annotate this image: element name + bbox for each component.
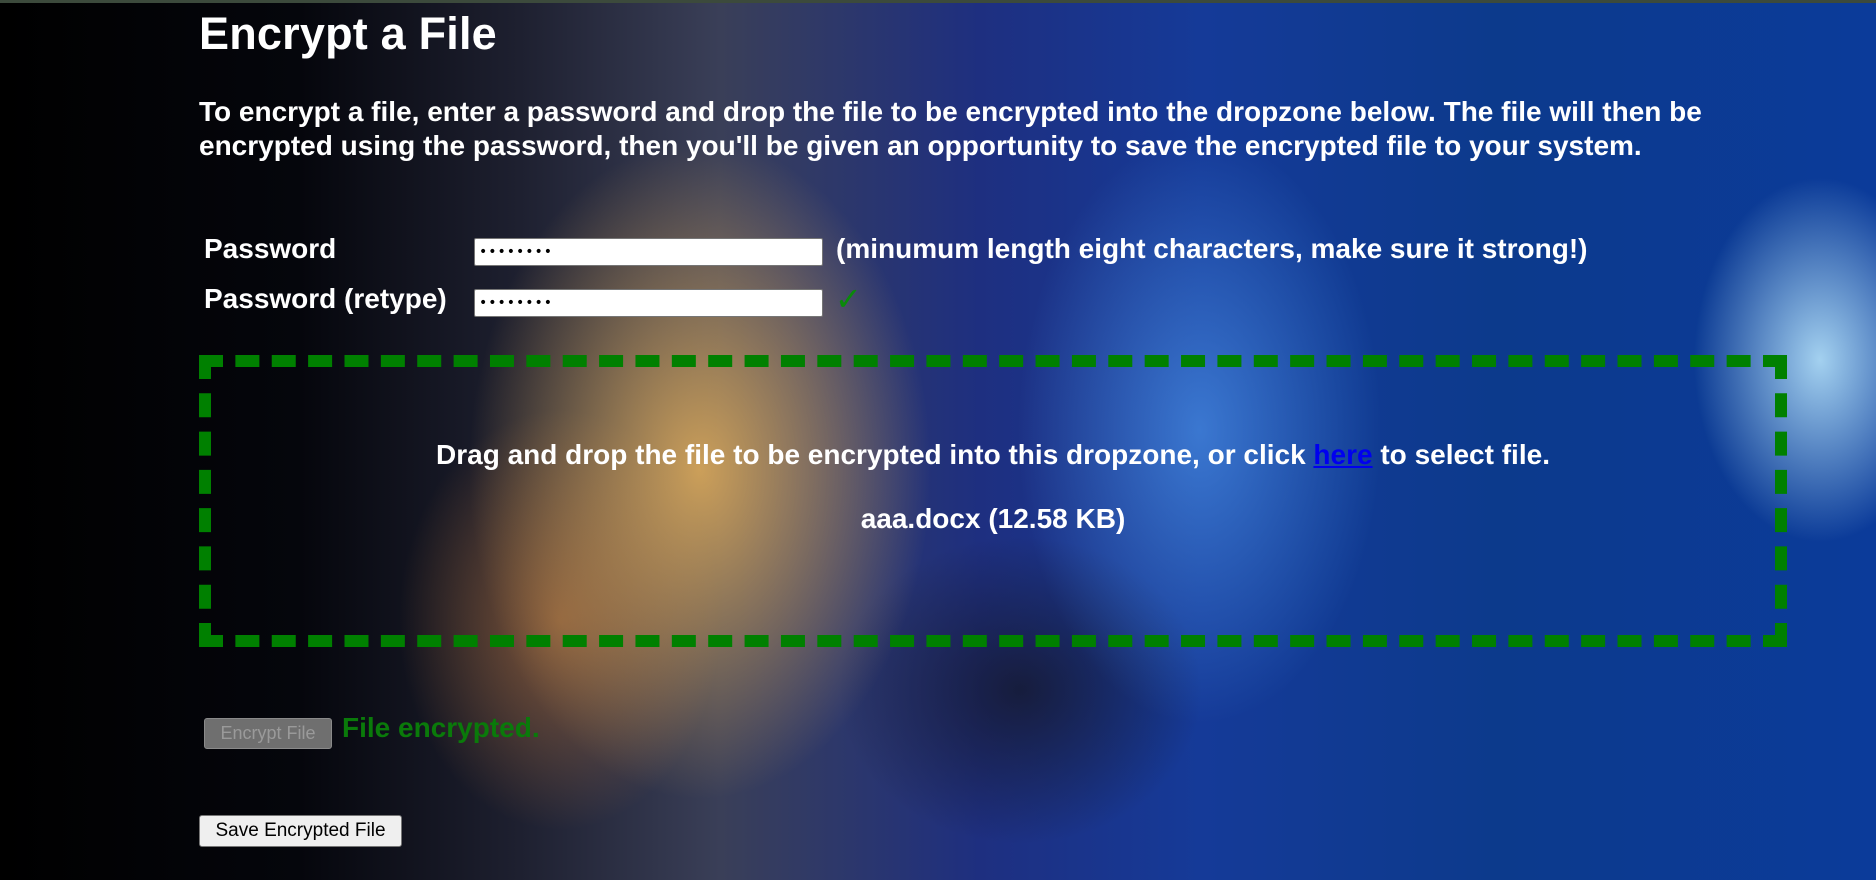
password-retype-label: Password (retype) (204, 283, 447, 314)
password-retype-input[interactable] (474, 289, 823, 317)
encryption-status: File encrypted. (342, 712, 540, 743)
top-border-line (0, 0, 1876, 3)
password-input[interactable] (474, 238, 823, 266)
file-dropzone[interactable]: Drag and drop the file to be encrypted i… (199, 355, 1787, 647)
dropzone-text-after: to select file. (1372, 439, 1550, 470)
page-title: Encrypt a File (199, 8, 497, 59)
checkmark-icon: ✓ (835, 281, 862, 317)
password-hint: (minumum length eight characters, make s… (836, 233, 1588, 264)
selected-file-info: aaa.docx (12.58 KB) (860, 503, 1126, 534)
select-file-link[interactable]: here (1313, 439, 1372, 470)
encrypt-file-button[interactable]: Encrypt File (204, 718, 332, 749)
intro-text: To encrypt a file, enter a password and … (199, 96, 1702, 161)
password-label: Password (204, 233, 337, 264)
save-encrypted-file-button[interactable]: Save Encrypted File (199, 815, 402, 847)
dropzone-text-before: Drag and drop the file to be encrypted i… (436, 439, 1314, 470)
dropzone-instructions: Drag and drop the file to be encrypted i… (211, 439, 1775, 471)
